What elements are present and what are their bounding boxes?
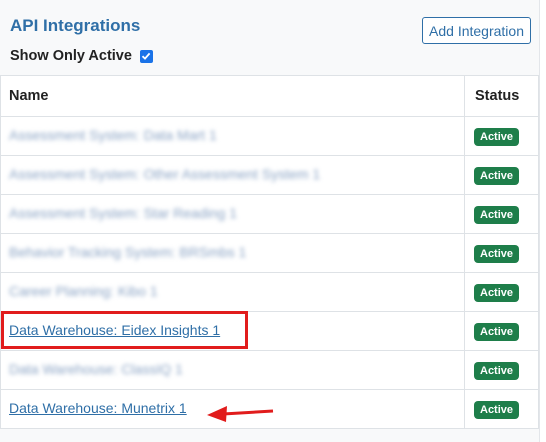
- table-row: Assessment System: Data Mart 1 Active: [0, 116, 539, 156]
- page-title: API Integrations: [10, 16, 141, 35]
- integration-name-blurred[interactable]: Assessment System: Other Assessment Syst…: [9, 166, 320, 182]
- table-row: Behavior Tracking System: BRSmbs 1 Activ…: [0, 233, 539, 273]
- add-integration-button[interactable]: Add Integration: [422, 17, 531, 44]
- table-row: Assessment System: Star Reading 1 Active: [0, 194, 539, 234]
- integration-link-munetrix[interactable]: Data Warehouse: Munetrix 1: [9, 400, 187, 416]
- integration-name-blurred[interactable]: Assessment System: Star Reading 1: [9, 205, 237, 221]
- show-only-active-label: Show Only Active: [10, 48, 132, 64]
- status-badge: Active: [474, 244, 520, 263]
- integration-name-blurred[interactable]: Behavior Tracking System: BRSmbs 1: [9, 244, 246, 260]
- show-only-active-checkbox[interactable]: [139, 49, 153, 63]
- annotation-arrow-icon: [207, 406, 274, 422]
- status-badge: Active: [474, 205, 520, 224]
- status-badge: Active: [474, 400, 520, 419]
- status-badge: Active: [474, 361, 520, 380]
- checkmark-icon: [142, 52, 151, 60]
- table-row: Career Planning: Kibo 1 Active: [0, 272, 539, 312]
- table-header-row: Name Status: [0, 75, 539, 117]
- column-header-name[interactable]: Name: [0, 75, 465, 117]
- show-only-active-toggle[interactable]: Show Only Active: [10, 46, 153, 66]
- column-header-status[interactable]: Status: [464, 75, 539, 117]
- integrations-table: Name Status Assessment System: Data Mart…: [0, 75, 539, 429]
- status-badge: Active: [474, 322, 520, 341]
- integration-name-blurred[interactable]: Assessment System: Data Mart 1: [9, 127, 217, 143]
- table-row: Data Warehouse: ClassIQ 1 Active: [0, 350, 539, 390]
- status-badge: Active: [474, 283, 520, 302]
- api-integrations-panel: API Integrations Add Integration Show On…: [0, 0, 540, 442]
- table-row: Assessment System: Other Assessment Syst…: [0, 155, 539, 195]
- integration-name-blurred[interactable]: Career Planning: Kibo 1: [9, 283, 158, 299]
- annotation-highlight-box: [1, 311, 248, 349]
- status-badge: Active: [474, 166, 520, 185]
- integration-name-blurred[interactable]: Data Warehouse: ClassIQ 1: [9, 361, 183, 377]
- status-badge: Active: [474, 127, 520, 146]
